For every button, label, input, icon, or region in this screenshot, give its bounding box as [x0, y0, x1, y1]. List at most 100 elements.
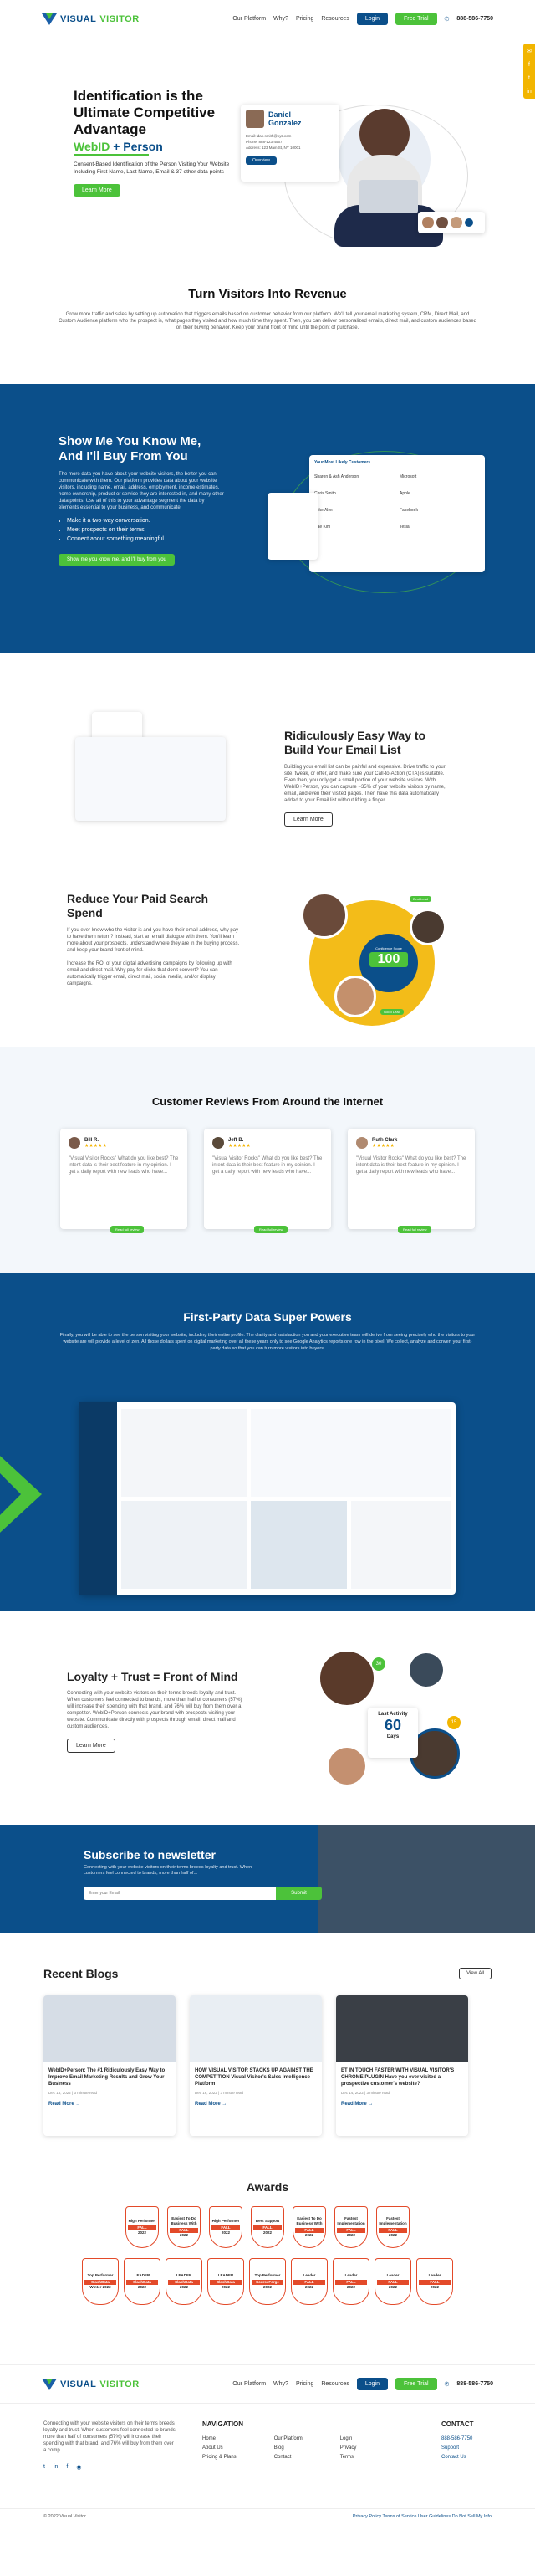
line-chart-panel — [251, 1409, 451, 1497]
blog-card[interactable]: HOW VISUAL VISITOR STACKS UP AGAINST THE… — [190, 1995, 322, 2136]
read-review-button[interactable]: Read full review — [110, 1226, 145, 1233]
free-trial-button[interactable]: Free Trial — [395, 13, 437, 25]
nav-resources[interactable]: Resources — [321, 2381, 349, 2387]
newsletter-submit-button[interactable]: Submit — [276, 1887, 322, 1900]
nav-our-platform[interactable]: Our Platform — [232, 2381, 266, 2387]
linkedin-icon[interactable]: in — [54, 2464, 58, 2471]
hero-learn-more-button[interactable]: Learn More — [74, 184, 120, 197]
paid-description: Increase the ROI of your digital adverti… — [67, 961, 232, 986]
profile-overview-button[interactable]: Overview — [246, 156, 277, 165]
good-lead-tag: Good Lead — [380, 1009, 404, 1015]
laptop-icon — [359, 180, 418, 213]
award-title: LEADER — [176, 2273, 192, 2277]
nav-why[interactable]: Why? — [273, 2381, 288, 2387]
nav-resources[interactable]: Resources — [321, 16, 349, 22]
award-year: 2022 — [179, 2285, 188, 2289]
email-learn-more-button[interactable]: Learn More — [284, 812, 333, 827]
award-badge: Fastest Implementation FALL 2022 — [334, 2206, 368, 2248]
rss-icon[interactable]: ◉ — [76, 2464, 81, 2471]
read-review-button[interactable]: Read full review — [254, 1226, 288, 1233]
read-review-button[interactable]: Read full review — [398, 1226, 432, 1233]
map-panel — [251, 1501, 347, 1589]
footer-link[interactable]: About Us — [202, 2444, 237, 2453]
twitter-icon[interactable]: t — [43, 2464, 45, 2471]
paid-title: Reduce Your Paid Search Spend — [67, 892, 209, 919]
avatar — [422, 217, 434, 228]
footer-link[interactable]: Contact — [274, 2453, 303, 2462]
analytics-dashboard — [79, 1402, 456, 1595]
know-me-cta-button[interactable]: Show me you know me, and I'll buy from y… — [59, 554, 175, 566]
login-button[interactable]: Login — [356, 13, 388, 25]
loyalty-learn-more-button[interactable]: Learn More — [67, 1739, 115, 1753]
blog-card[interactable]: WebID+Person: The #1 Ridiculously Easy W… — [43, 1995, 176, 2136]
blogs-title: Recent Blogs — [43, 1967, 119, 1980]
hero-person-photo — [359, 109, 410, 159]
award-year: 2022 — [262, 2230, 272, 2235]
logo[interactable]: VISUAL VISITOR — [42, 2378, 140, 2390]
person-row: Rae Kim — [314, 525, 331, 530]
blog-thumbnail — [43, 1995, 176, 2062]
nav-why[interactable]: Why? — [273, 16, 288, 22]
read-more-link[interactable]: Read More → — [341, 2102, 463, 2107]
footer-link[interactable]: Home — [202, 2435, 237, 2444]
footer-link[interactable]: Pricing & Plans — [202, 2453, 237, 2462]
stars-icon: ★★★★★ — [228, 1143, 251, 1149]
login-button[interactable]: Login — [356, 2378, 388, 2390]
award-badge: Easiest To Do Business With FALL 2022 — [167, 2206, 201, 2248]
profile-name: Daniel Gonzalez — [268, 110, 302, 127]
award-year: 2022 — [388, 2285, 397, 2289]
award-title: Leader — [303, 2273, 316, 2277]
blog-date: Dec 16, 2022 | 3 minute read — [48, 2091, 97, 2095]
blog-thumbnail — [336, 1995, 468, 2062]
nav-pricing[interactable]: Pricing — [296, 2381, 313, 2387]
person-photo — [318, 1649, 376, 1708]
loyalty-description: Connecting with your website visitors on… — [67, 1691, 242, 1729]
footer-contact-link[interactable]: Contact Us — [441, 2453, 492, 2462]
footer-link[interactable]: Privacy — [340, 2444, 357, 2453]
footer-link[interactable]: Login — [340, 2435, 357, 2444]
award-title: Best Support — [255, 2219, 280, 2223]
count-badge: 15 — [447, 1716, 461, 1729]
award-title: Top Performer — [254, 2273, 281, 2277]
best-lead-tag: Best Lead — [410, 896, 432, 902]
review-text: "Visual Visitor Rocks" What do you like … — [212, 1156, 323, 1175]
phone-icon: ✆ — [444, 2381, 450, 2388]
footer-link[interactable]: Blog — [274, 2444, 303, 2453]
award-badge: Top Performer SourceForge 2022 — [249, 2258, 286, 2305]
award-title: Fastest Implementation — [337, 2216, 365, 2225]
nav-pricing[interactable]: Pricing — [296, 16, 313, 22]
confidence-label: Confidence Score — [375, 946, 402, 950]
company-row: Facebook — [400, 508, 418, 513]
blog-card[interactable]: ET IN TOUCH FASTER WITH VISUAL VISITOR'S… — [336, 1995, 468, 2136]
reviews-title: Customer Reviews From Around the Interne… — [151, 1095, 384, 1108]
legal-links[interactable]: Privacy Policy Terms of Service User Gui… — [353, 2514, 492, 2519]
last-activity-card: Last Activity 60 Days — [368, 1708, 418, 1758]
view-all-button[interactable]: View All — [459, 1968, 492, 1979]
footer-link[interactable]: Our Platform — [274, 2435, 303, 2444]
blog-date: Dec 14, 2022 | 3 minute read — [341, 2091, 390, 2095]
facebook-icon[interactable]: f — [66, 2464, 68, 2471]
free-trial-button[interactable]: Free Trial — [395, 2378, 437, 2390]
blog-date: Dec 16, 2022 | 3 minute read — [195, 2091, 243, 2095]
arrow-icon[interactable] — [465, 218, 473, 227]
award-title: Leader — [386, 2273, 400, 2277]
footer-contact-link[interactable]: 888-586-7750 — [441, 2435, 492, 2444]
newsletter-email-input[interactable] — [84, 1887, 276, 1900]
avatar — [451, 217, 462, 228]
logo[interactable]: VISUAL VISITOR — [42, 13, 140, 25]
avatar — [69, 1137, 80, 1149]
award-badge: LEADER SlashData 2022 — [124, 2258, 160, 2305]
footer-phone[interactable]: 888-586-7750 — [456, 2381, 493, 2387]
nav-our-platform[interactable]: Our Platform — [232, 16, 266, 22]
first-party-title: First-Party Data Super Powers — [183, 1310, 352, 1324]
header-phone[interactable]: 888-586-7750 — [456, 16, 493, 22]
award-title: Easiest To Do Business With — [296, 2216, 323, 2225]
read-more-link[interactable]: Read More → — [195, 2102, 317, 2107]
logo-text-accent: VISITOR — [99, 2379, 140, 2389]
footer-contact-title: CONTACT — [441, 2420, 474, 2428]
footer-link[interactable]: Terms — [340, 2453, 357, 2462]
award-badge: Leader FALL 2022 — [416, 2258, 453, 2305]
read-more-link[interactable]: Read More → — [48, 2102, 171, 2107]
footer-contact-link[interactable]: Support — [441, 2444, 492, 2453]
award-title: Easiest To Do Business With — [171, 2216, 197, 2225]
